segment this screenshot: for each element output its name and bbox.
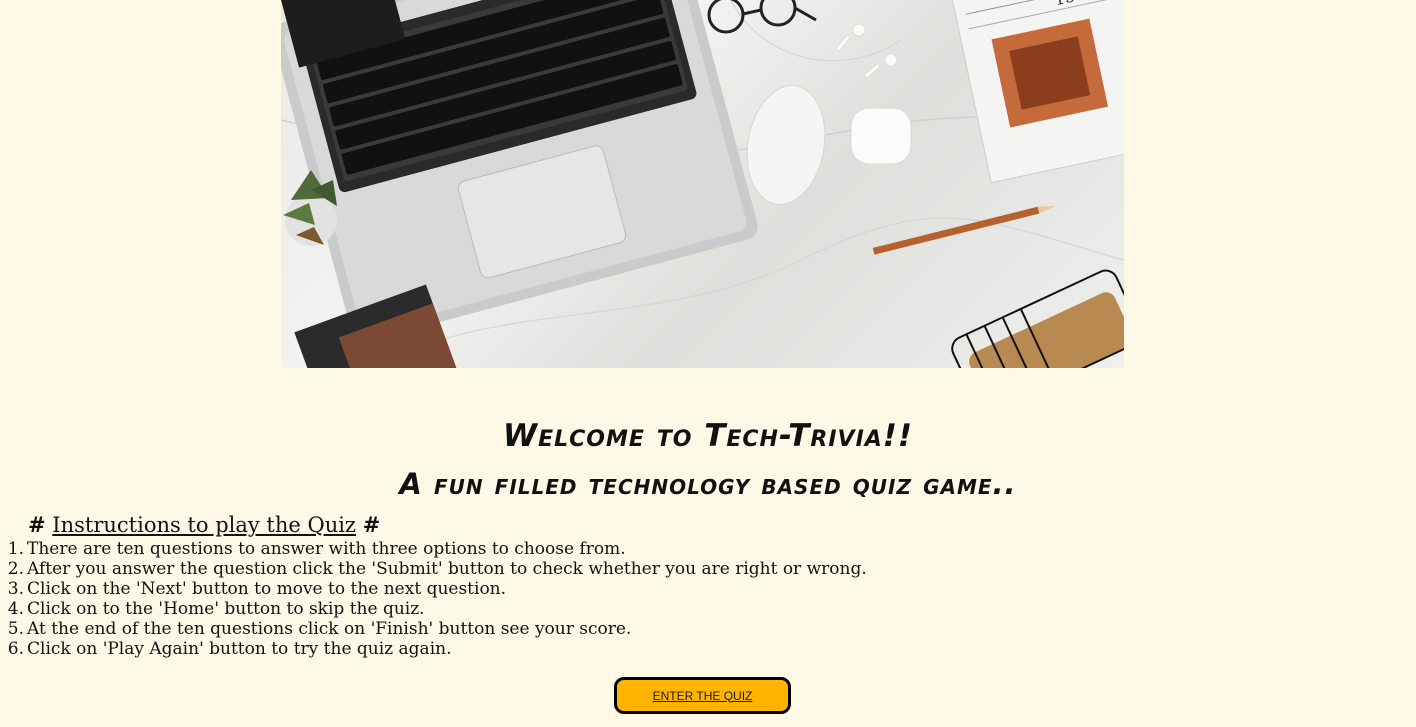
instructions-list: 1. There are ten questions to answer with…	[0, 539, 867, 659]
list-item-text: Click on the 'Next' button to move to th…	[27, 579, 507, 599]
list-item-text: Click on to the 'Home' button to skip th…	[27, 599, 425, 619]
list-item: 3. Click on the 'Next' button to move to …	[8, 579, 867, 599]
instructions-heading: # Instructions to play the Quiz #	[28, 513, 380, 537]
page: 15 Welcome to Tech-Trivia!! A fun fill	[0, 0, 1416, 727]
list-item-number: 3.	[7, 579, 24, 599]
enter-quiz-button[interactable]: ENTER THE QUIZ	[614, 677, 791, 714]
hash-right: #	[362, 513, 381, 537]
list-item-number: 6.	[7, 639, 24, 659]
list-item-text: After you answer the question click the …	[27, 559, 867, 579]
list-item: 5. At the end of the ten questions click …	[8, 619, 867, 639]
list-item-number: 2.	[7, 559, 24, 579]
list-item-number: 4.	[7, 599, 24, 619]
list-item: 2. After you answer the question click th…	[8, 559, 867, 579]
list-item: 1. There are ten questions to answer with…	[8, 539, 867, 559]
hash-left: #	[28, 513, 46, 537]
list-item-text: Click on 'Play Again' button to try the …	[27, 639, 452, 659]
list-item: 4. Click on to the 'Home' button to skip …	[8, 599, 867, 619]
list-item-text: There are ten questions to answer with t…	[27, 539, 626, 559]
hero-image: 15	[281, 0, 1124, 368]
list-item-number: 1.	[7, 539, 24, 559]
list-item-text: At the end of the ten questions click on…	[27, 619, 632, 639]
instructions-title: Instructions to play the Quiz	[52, 513, 356, 537]
list-item: 6. Click on 'Play Again' button to try th…	[8, 639, 867, 659]
list-item-number: 5.	[7, 619, 24, 639]
welcome-title: Welcome to Tech-Trivia!!	[502, 418, 914, 454]
welcome-subtitle: A fun filled technology based quiz game.…	[399, 467, 1017, 501]
